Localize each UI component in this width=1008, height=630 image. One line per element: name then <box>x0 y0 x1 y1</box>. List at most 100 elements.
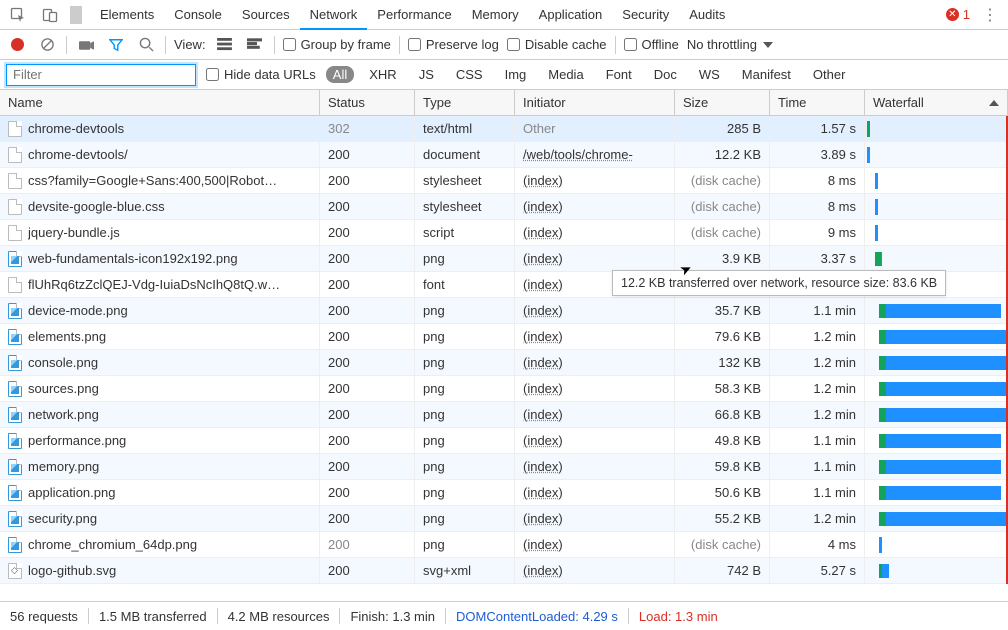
filter-type-js[interactable]: JS <box>412 66 441 83</box>
table-row[interactable]: web-fundamentals-icon192x192.png200png(i… <box>0 246 1006 272</box>
table-row[interactable]: security.png200png(index)55.2 KB1.2 min <box>0 506 1006 532</box>
record-button[interactable] <box>6 34 28 56</box>
filter-type-manifest[interactable]: Manifest <box>735 66 798 83</box>
file-icon <box>8 511 22 527</box>
col-type[interactable]: Type <box>415 90 515 115</box>
tab-security[interactable]: Security <box>612 0 679 29</box>
initiator-link[interactable]: (index) <box>523 173 563 188</box>
filter-icon[interactable] <box>105 34 127 56</box>
filter-type-all[interactable]: All <box>326 66 354 83</box>
initiator-link[interactable]: (index) <box>523 563 563 578</box>
col-status[interactable]: Status <box>320 90 415 115</box>
request-name: security.png <box>28 511 97 526</box>
table-row[interactable]: devsite-google-blue.css200stylesheet(ind… <box>0 194 1006 220</box>
clear-icon[interactable] <box>36 34 58 56</box>
table-row[interactable]: chrome-devtools/200document/web/tools/ch… <box>0 142 1006 168</box>
filter-type-media[interactable]: Media <box>541 66 590 83</box>
table-row[interactable]: jquery-bundle.js200script(index)(disk ca… <box>0 220 1006 246</box>
table-row[interactable]: application.png200png(index)50.6 KB1.1 m… <box>0 480 1006 506</box>
filter-input[interactable] <box>6 64 196 86</box>
filter-type-other[interactable]: Other <box>806 66 853 83</box>
file-icon <box>8 563 22 579</box>
table-row[interactable]: elements.png200png(index)79.6 KB1.2 min <box>0 324 1006 350</box>
request-name: jquery-bundle.js <box>28 225 120 240</box>
filter-type-xhr[interactable]: XHR <box>362 66 403 83</box>
tab-elements[interactable]: Elements <box>90 0 164 29</box>
initiator-link[interactable]: (index) <box>523 381 563 396</box>
device-mode-icon[interactable] <box>38 3 62 27</box>
initiator-link[interactable]: (index) <box>523 303 563 318</box>
initiator-link[interactable]: (index) <box>523 537 563 552</box>
request-type: png <box>415 428 515 453</box>
request-type: font <box>415 272 515 297</box>
offline-checkbox[interactable]: Offline <box>624 37 679 52</box>
table-row[interactable]: logo-github.svg200svg+xml(index)742 B5.2… <box>0 558 1006 584</box>
throttling-select[interactable]: No throttling <box>687 37 773 52</box>
table-row[interactable]: performance.png200png(index)49.8 KB1.1 m… <box>0 428 1006 454</box>
request-time: 5.27 s <box>770 558 865 583</box>
initiator-link[interactable]: (index) <box>523 277 563 292</box>
table-row[interactable]: memory.png200png(index)59.8 KB1.1 min <box>0 454 1006 480</box>
initiator-link[interactable]: (index) <box>523 433 563 448</box>
request-time: 1.1 min <box>770 428 865 453</box>
request-name: network.png <box>28 407 99 422</box>
screenshot-icon[interactable] <box>75 34 97 56</box>
tab-sources[interactable]: Sources <box>232 0 300 29</box>
initiator-link[interactable]: (index) <box>523 407 563 422</box>
filter-type-css[interactable]: CSS <box>449 66 490 83</box>
waterfall-cell <box>865 168 1008 193</box>
tab-memory[interactable]: Memory <box>462 0 529 29</box>
inspect-icon[interactable] <box>6 3 30 27</box>
col-time[interactable]: Time <box>770 90 865 115</box>
tab-performance[interactable]: Performance <box>367 0 461 29</box>
request-initiator: (index) <box>515 376 675 401</box>
col-waterfall[interactable]: Waterfall <box>865 90 1008 115</box>
initiator-link[interactable]: (index) <box>523 511 563 526</box>
file-icon <box>8 433 22 449</box>
request-type: png <box>415 376 515 401</box>
initiator-link[interactable]: (index) <box>523 225 563 240</box>
table-row[interactable]: chrome-devtools302text/htmlOther285 B1.5… <box>0 116 1006 142</box>
large-rows-icon[interactable] <box>214 34 236 56</box>
group-by-frame-checkbox[interactable]: Group by frame <box>283 37 391 52</box>
table-row[interactable]: console.png200png(index)132 KB1.2 min <box>0 350 1006 376</box>
table-row[interactable]: sources.png200png(index)58.3 KB1.2 min <box>0 376 1006 402</box>
initiator-link[interactable]: (index) <box>523 485 563 500</box>
summary-dcl: DOMContentLoaded: 4.29 s <box>456 609 618 624</box>
initiator-link[interactable]: /web/tools/chrome- <box>523 147 633 162</box>
initiator-link[interactable]: (index) <box>523 251 563 266</box>
initiator-link[interactable]: (index) <box>523 199 563 214</box>
tab-audits[interactable]: Audits <box>679 0 735 29</box>
filter-type-ws[interactable]: WS <box>692 66 727 83</box>
file-icon <box>8 537 22 553</box>
error-count-badge[interactable]: ✕ 1 <box>946 7 970 22</box>
initiator-link[interactable]: (index) <box>523 329 563 344</box>
filter-type-font[interactable]: Font <box>599 66 639 83</box>
request-status: 200 <box>320 428 415 453</box>
preserve-log-checkbox[interactable]: Preserve log <box>408 37 499 52</box>
kebab-menu-icon[interactable]: ⋮ <box>978 3 1002 27</box>
table-row[interactable]: network.png200png(index)66.8 KB1.2 min <box>0 402 1006 428</box>
request-status: 200 <box>320 220 415 245</box>
col-size[interactable]: Size <box>675 90 770 115</box>
table-row[interactable]: chrome_chromium_64dp.png200png(index)(di… <box>0 532 1006 558</box>
request-initiator: (index) <box>515 324 675 349</box>
initiator-link[interactable]: (index) <box>523 459 563 474</box>
table-row[interactable]: device-mode.png200png(index)35.7 KB1.1 m… <box>0 298 1006 324</box>
disable-cache-checkbox[interactable]: Disable cache <box>507 37 607 52</box>
tab-console[interactable]: Console <box>164 0 232 29</box>
filter-type-doc[interactable]: Doc <box>647 66 684 83</box>
col-initiator[interactable]: Initiator <box>515 90 675 115</box>
table-row[interactable]: css?family=Google+Sans:400,500|Robot…200… <box>0 168 1006 194</box>
request-type: document <box>415 142 515 167</box>
tab-application[interactable]: Application <box>529 0 613 29</box>
search-icon[interactable] <box>135 34 157 56</box>
overview-icon[interactable] <box>244 34 266 56</box>
filter-type-img[interactable]: Img <box>498 66 534 83</box>
network-toolbar: View: Group by frame Preserve log Disabl… <box>0 30 1008 60</box>
col-name[interactable]: Name <box>0 90 320 115</box>
initiator-link[interactable]: (index) <box>523 355 563 370</box>
sort-asc-icon <box>989 100 999 106</box>
tab-network[interactable]: Network <box>300 0 368 29</box>
hide-data-urls-checkbox[interactable]: Hide data URLs <box>206 67 316 82</box>
